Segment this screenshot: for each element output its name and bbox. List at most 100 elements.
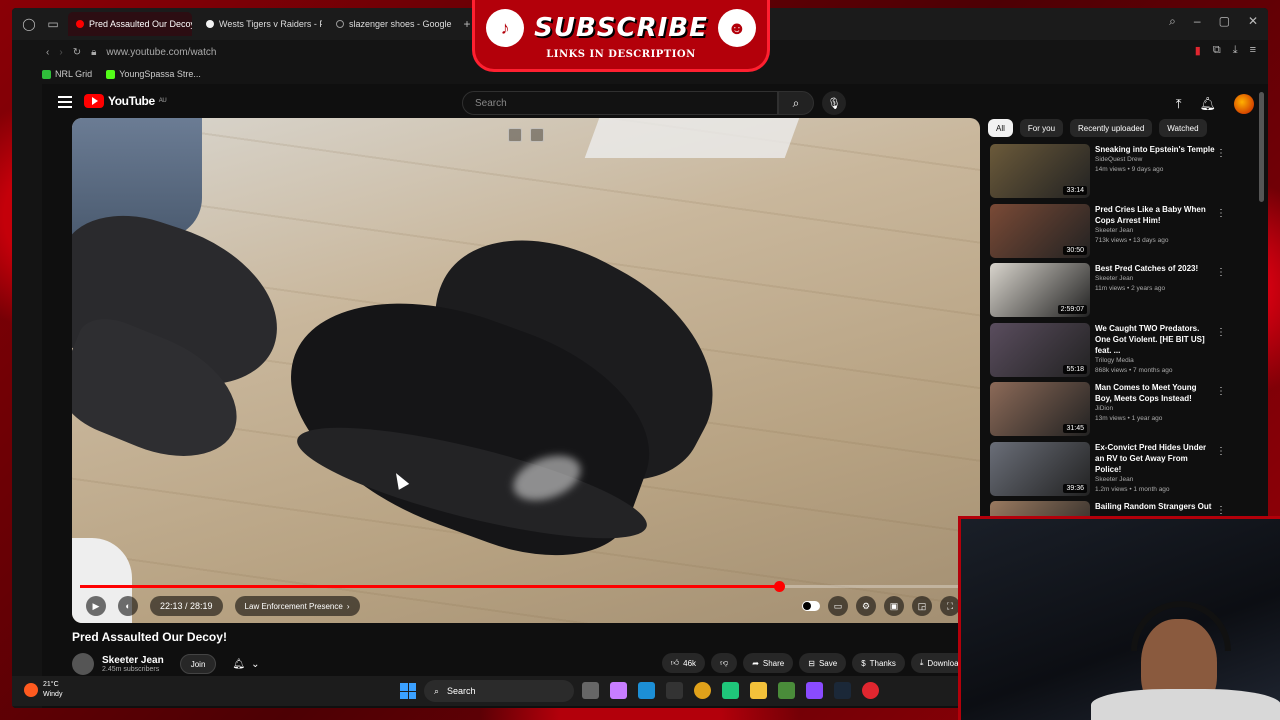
more-options-icon[interactable]: ⋮ bbox=[1216, 446, 1226, 457]
video-thumbnail[interactable]: 31:45 bbox=[990, 382, 1090, 436]
store-icon[interactable] bbox=[666, 682, 683, 699]
notifications-bell-icon[interactable]: 🔔︎ bbox=[1199, 96, 1216, 112]
recommendation-title[interactable]: Pred Cries Like a Baby When Cops Arrest … bbox=[1095, 204, 1215, 226]
page-scrollbar[interactable] bbox=[1259, 92, 1264, 202]
captions-icon[interactable]: ▭ bbox=[828, 596, 848, 616]
opera-logo-icon[interactable]: ◯ bbox=[20, 15, 38, 33]
recommendation-channel[interactable]: Skeeter Jean bbox=[1095, 274, 1215, 284]
account-avatar[interactable] bbox=[1234, 94, 1254, 114]
snapshot-icon[interactable]: ▮ bbox=[1195, 44, 1201, 57]
video-thumbnail[interactable]: 55:18 bbox=[990, 322, 1090, 377]
video-player[interactable]: ▶ ◐ 22:13 / 28:19 Law Enforcement Presen… bbox=[72, 118, 980, 623]
recommendation-channel[interactable]: JiDion bbox=[1095, 404, 1215, 414]
more-options-icon[interactable]: ⋮ bbox=[1216, 505, 1226, 516]
chrome-icon[interactable] bbox=[694, 682, 711, 699]
chip-for-you[interactable]: For you bbox=[1019, 119, 1064, 137]
steam-icon[interactable] bbox=[834, 682, 851, 699]
search-input[interactable]: Search bbox=[462, 91, 778, 115]
taskbar-search[interactable]: ⌕ Search bbox=[424, 680, 574, 702]
workspaces-icon[interactable]: ▭ bbox=[44, 15, 62, 33]
thanks-button[interactable]: $ Thanks bbox=[852, 653, 905, 673]
recommendation-channel[interactable]: Skeeter Jean bbox=[1095, 226, 1215, 236]
settings-gear-icon[interactable]: ⚙ bbox=[856, 596, 876, 616]
recommendation-channel[interactable]: Trilogy Media bbox=[1095, 356, 1215, 366]
more-options-icon[interactable]: ⋮ bbox=[1216, 208, 1226, 219]
recommendation-channel[interactable]: SideQuest Drew bbox=[1095, 155, 1215, 165]
tab-youtube[interactable]: Pred Assaulted Our Decoy bbox=[68, 12, 192, 36]
search-button[interactable]: ⌕ bbox=[778, 91, 814, 115]
copilot-icon[interactable] bbox=[610, 682, 627, 699]
chip-recently-uploaded[interactable]: Recently uploaded bbox=[1070, 119, 1153, 137]
minecraft-icon[interactable] bbox=[778, 682, 795, 699]
recommendation-title[interactable]: We Caught TWO Predators. One Got Violent… bbox=[1095, 323, 1215, 356]
miniplayer-icon[interactable]: ▣ bbox=[884, 596, 904, 616]
recommendation-channel[interactable]: Skeeter Jean bbox=[1095, 475, 1215, 485]
upload-icon[interactable]: ⤒ bbox=[1176, 96, 1182, 112]
picture-in-picture-icon[interactable] bbox=[508, 128, 522, 142]
back-icon[interactable]: ‹ bbox=[46, 47, 49, 58]
edge-icon[interactable] bbox=[638, 682, 655, 699]
chip-all[interactable]: All bbox=[988, 119, 1013, 137]
recommendation-item[interactable]: 2:59:07 Best Pred Catches of 2023! Skeeter… bbox=[990, 263, 1230, 323]
weather-widget[interactable]: 21°C Windy bbox=[24, 680, 62, 700]
twitch-icon[interactable] bbox=[806, 682, 823, 699]
app-icon[interactable] bbox=[722, 682, 739, 699]
skip-icon[interactable] bbox=[530, 128, 544, 142]
recommendation-item[interactable]: 39:36 Ex-Convict Pred Hides Under an RV t… bbox=[990, 441, 1230, 502]
recommendation-item[interactable]: 33:14 Sneaking into Epstein's Temple SideQ… bbox=[990, 144, 1230, 204]
tab-nrl[interactable]: Wests Tigers v Raiders - F bbox=[198, 12, 322, 36]
recommendation-item[interactable]: 30:50 Pred Cries Like a Baby When Cops Ar… bbox=[990, 203, 1230, 264]
menu-icon[interactable]: ≡ bbox=[1250, 44, 1256, 57]
like-button[interactable]: 👍︎ 46k bbox=[661, 653, 706, 673]
bookmark-youngspassa[interactable]: YoungSpassa Stre... bbox=[106, 69, 201, 79]
recommendation-title[interactable]: Best Pred Catches of 2023! bbox=[1095, 263, 1215, 274]
video-thumbnail[interactable]: 39:36 bbox=[990, 441, 1090, 496]
chip-watched[interactable]: Watched bbox=[1159, 119, 1207, 137]
youtube-logo[interactable]: YouTube AU bbox=[84, 94, 167, 108]
more-options-icon[interactable]: ⋮ bbox=[1216, 148, 1226, 159]
channel-name[interactable]: Skeeter Jean bbox=[102, 655, 164, 666]
opera-gx-icon[interactable] bbox=[862, 682, 879, 699]
extensions-icon[interactable]: ⧉ bbox=[1213, 44, 1221, 57]
hamburger-menu-icon[interactable] bbox=[58, 96, 72, 108]
subscription-bell-button[interactable]: 🔔︎ ⌄ bbox=[226, 654, 265, 674]
file-explorer-icon[interactable] bbox=[750, 682, 767, 699]
autoplay-toggle[interactable] bbox=[802, 601, 820, 611]
video-thumbnail[interactable]: 2:59:07 bbox=[990, 263, 1090, 317]
play-button[interactable]: ▶ bbox=[86, 596, 106, 616]
maximize-icon[interactable]: ▢ bbox=[1219, 14, 1230, 29]
volume-button[interactable]: ◐ bbox=[118, 596, 138, 616]
voice-search-button[interactable]: 🎙︎ bbox=[822, 91, 846, 115]
url-field[interactable]: www.youtube.com/watch bbox=[106, 47, 216, 58]
recommendation-item[interactable]: 31:45 Man Comes to Meet Young Boy, Meets … bbox=[990, 382, 1230, 442]
save-button[interactable]: ⊟ Save bbox=[799, 653, 847, 673]
chapter-button[interactable]: Law Enforcement Presence › bbox=[234, 596, 360, 616]
recommendation-item[interactable]: 55:18 We Caught TWO Predators. One Got Vi… bbox=[990, 322, 1230, 383]
download-icon[interactable]: ⤓ bbox=[1233, 44, 1238, 57]
progress-bar[interactable] bbox=[80, 581, 972, 592]
start-button[interactable] bbox=[400, 683, 416, 699]
more-options-icon[interactable]: ⋮ bbox=[1216, 386, 1226, 397]
video-thumbnail[interactable]: 30:50 bbox=[990, 203, 1090, 258]
video-thumbnail[interactable]: 33:14 bbox=[990, 144, 1090, 198]
dislike-button[interactable]: 👎︎ bbox=[711, 653, 738, 673]
more-options-icon[interactable]: ⋮ bbox=[1216, 327, 1226, 338]
tab-google[interactable]: slazenger shoes - Google bbox=[328, 12, 452, 36]
more-options-icon[interactable]: ⋮ bbox=[1216, 267, 1226, 278]
minimize-icon[interactable]: – bbox=[1194, 14, 1201, 29]
join-button[interactable]: Join bbox=[179, 654, 217, 674]
recommendation-title[interactable]: Sneaking into Epstein's Temple bbox=[1095, 144, 1215, 155]
close-icon[interactable]: ✕ bbox=[1248, 14, 1258, 29]
share-button[interactable]: ➦ Share bbox=[743, 653, 794, 673]
recommendation-title[interactable]: Bailing Random Strangers Out bbox=[1095, 501, 1215, 512]
recommendation-title[interactable]: Ex-Convict Pred Hides Under an RV to Get… bbox=[1095, 442, 1215, 475]
task-view-icon[interactable] bbox=[582, 682, 599, 699]
reload-icon[interactable]: ↻ bbox=[73, 47, 81, 58]
recommendation-title[interactable]: Man Comes to Meet Young Boy, Meets Cops … bbox=[1095, 382, 1215, 404]
channel-avatar[interactable] bbox=[72, 653, 94, 675]
bookmark-nrl-grid[interactable]: NRL Grid bbox=[42, 69, 92, 79]
search-tabs-icon[interactable]: ⌕ bbox=[1169, 14, 1176, 29]
forward-icon[interactable]: › bbox=[59, 47, 62, 58]
cast-icon[interactable]: ◲ bbox=[912, 596, 932, 616]
fullscreen-icon[interactable]: ⛶ bbox=[940, 596, 960, 616]
